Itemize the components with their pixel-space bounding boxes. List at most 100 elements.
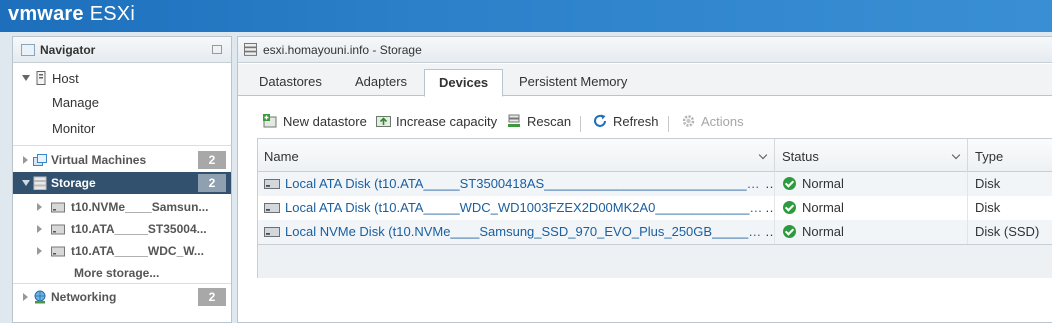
device-name-cell: Local ATA Disk (t10.ATA_____WDC_WD1003FZ…: [258, 196, 775, 220]
nav-item-storage-device[interactable]: t10.ATA_____ST35004...: [13, 218, 231, 240]
collapse-panel-icon[interactable]: [212, 45, 222, 54]
refresh-button[interactable]: Refresh: [593, 114, 659, 132]
device-name-link[interactable]: Local ATA Disk (t10.ATA_____ST3500418AS_…: [285, 172, 765, 195]
column-header-status-label: Status: [782, 149, 819, 164]
storage-icon: [244, 43, 257, 56]
nav-item-storage-label: Storage: [51, 176, 96, 190]
table-row[interactable]: Local NVMe Disk (t10.NVMe____Samsung_SSD…: [258, 220, 1052, 244]
device-status: Normal: [802, 200, 844, 215]
tab-datastores[interactable]: Datastores: [245, 69, 336, 96]
devices-table: Name Status Type Local ATA Disk (t10.ATA…: [257, 138, 1052, 278]
navigator-icon: [21, 44, 35, 56]
disk-icon: [51, 202, 65, 213]
rescan-button[interactable]: Rescan: [507, 114, 571, 132]
status-ok-icon: [783, 201, 796, 214]
nav-item-host[interactable]: Host: [13, 67, 231, 89]
networking-globe-icon: [34, 290, 46, 304]
disk-icon: [264, 203, 280, 213]
storage-count-badge: 2: [198, 174, 226, 192]
device-type-cell: Disk (SSD): [975, 224, 1040, 239]
refresh-label: Refresh: [613, 114, 659, 129]
status-ok-icon: [783, 177, 796, 190]
vm-count-badge: 2: [198, 151, 226, 169]
virtual-machines-icon: [33, 154, 47, 166]
tab-persistent-memory[interactable]: Persistent Memory: [505, 69, 641, 96]
nav-item-storage[interactable]: Storage 2: [13, 172, 231, 194]
nav-item-storage-device-label: t10.ATA_____ST35004...: [71, 222, 207, 236]
devices-toolbar: New datastore Increase capacity Rescan R…: [238, 110, 1052, 136]
device-status-cell: Normal: [775, 172, 968, 196]
main-panel-header: esxi.homayouni.info - Storage: [238, 37, 1052, 63]
table-row[interactable]: Local ATA Disk (t10.ATA_____ST3500418AS_…: [258, 172, 1052, 196]
new-datastore-button[interactable]: New datastore: [263, 114, 367, 132]
rescan-icon: [508, 114, 520, 127]
networking-count-badge: 2: [198, 288, 226, 306]
device-type-cell: Disk: [975, 176, 1001, 191]
nav-item-storage-device[interactable]: t10.ATA_____WDC_W...: [13, 240, 231, 262]
device-name-cell: Local NVMe Disk (t10.NVMe____Samsung_SSD…: [258, 220, 775, 244]
nav-item-monitor[interactable]: Monitor: [13, 117, 231, 139]
nav-item-networking[interactable]: Networking 2: [13, 286, 231, 308]
disk-icon: [51, 224, 65, 235]
expand-right-icon[interactable]: [23, 293, 28, 301]
refresh-icon: [594, 114, 606, 127]
increase-capacity-button[interactable]: Increase capacity: [376, 114, 497, 132]
expand-right-icon[interactable]: [37, 247, 42, 255]
column-header-name[interactable]: Name: [258, 139, 775, 172]
device-type-cell: Disk: [975, 200, 1001, 215]
disk-icon: [264, 179, 280, 189]
device-name-link[interactable]: Local ATA Disk (t10.ATA_____WDC_WD1003FZ…: [285, 196, 765, 219]
status-ok-icon: [783, 225, 796, 238]
navigator-panel: Navigator Host Manage Monitor Virtual Ma…: [12, 36, 232, 323]
top-header: vmware ESXi: [0, 0, 1052, 32]
more-storage-link[interactable]: More storage...: [74, 266, 159, 280]
expand-right-icon[interactable]: [23, 156, 28, 164]
expand-right-icon[interactable]: [37, 225, 42, 233]
nav-item-host-label: Host: [52, 71, 79, 86]
tab-devices[interactable]: Devices: [424, 69, 504, 97]
expand-down-icon[interactable]: [22, 180, 30, 186]
device-status: Normal: [802, 224, 844, 239]
vmware-esxi-logo: vmware ESXi: [8, 3, 135, 26]
toolbar-separator: [668, 116, 669, 132]
nav-item-storage-device-label: t10.NVMe____Samsun...: [71, 200, 209, 214]
nav-item-storage-device[interactable]: t10.NVMe____Samsun...: [13, 196, 231, 218]
device-status: Normal: [802, 176, 844, 191]
device-name-link[interactable]: Local NVMe Disk (t10.NVMe____Samsung_SSD…: [285, 220, 765, 243]
nav-item-more-storage[interactable]: More storage...: [13, 262, 231, 284]
column-header-type[interactable]: Type: [968, 139, 1052, 172]
storage-icon: [33, 176, 47, 190]
chevron-down-icon[interactable]: [951, 150, 961, 160]
nav-item-manage-label: Manage: [52, 95, 99, 110]
column-header-name-label: Name: [264, 149, 299, 164]
navigator-title: Navigator: [40, 43, 96, 57]
device-status-cell: Normal: [775, 196, 968, 220]
table-row[interactable]: Local ATA Disk (t10.ATA_____WDC_WD1003FZ…: [258, 196, 1052, 220]
nav-item-virtual-machines[interactable]: Virtual Machines 2: [13, 149, 231, 171]
nav-item-manage[interactable]: Manage: [13, 91, 231, 113]
device-name-cell: Local ATA Disk (t10.ATA_____ST3500418AS_…: [258, 172, 775, 196]
rescan-label: Rescan: [527, 114, 572, 129]
expand-right-icon[interactable]: [37, 203, 42, 211]
page-title: esxi.homayouni.info - Storage: [263, 43, 422, 57]
actions-label: Actions: [701, 114, 744, 129]
product-name: ESXi: [89, 3, 135, 25]
brand-name: vmware: [8, 3, 84, 25]
storage-tabs: Datastores Adapters Devices Persistent M…: [238, 64, 1052, 97]
nav-divider: [13, 145, 231, 146]
actions-button[interactable]: Actions: [681, 114, 744, 132]
column-header-status[interactable]: Status: [775, 139, 968, 172]
tab-adapters[interactable]: Adapters: [341, 69, 421, 96]
chevron-down-icon[interactable]: [758, 150, 768, 160]
nav-item-virtual-machines-label: Virtual Machines: [51, 153, 147, 167]
increase-capacity-icon: [376, 116, 391, 127]
disk-icon: [264, 227, 280, 237]
table-footer: [258, 244, 1052, 278]
gear-icon: [682, 115, 695, 127]
nav-divider: [13, 283, 231, 284]
toolbar-separator: [580, 116, 581, 132]
device-status-cell: Normal: [775, 220, 968, 244]
nav-item-monitor-label: Monitor: [52, 121, 96, 136]
expand-down-icon[interactable]: [22, 75, 30, 81]
nav-item-networking-label: Networking: [51, 290, 117, 304]
